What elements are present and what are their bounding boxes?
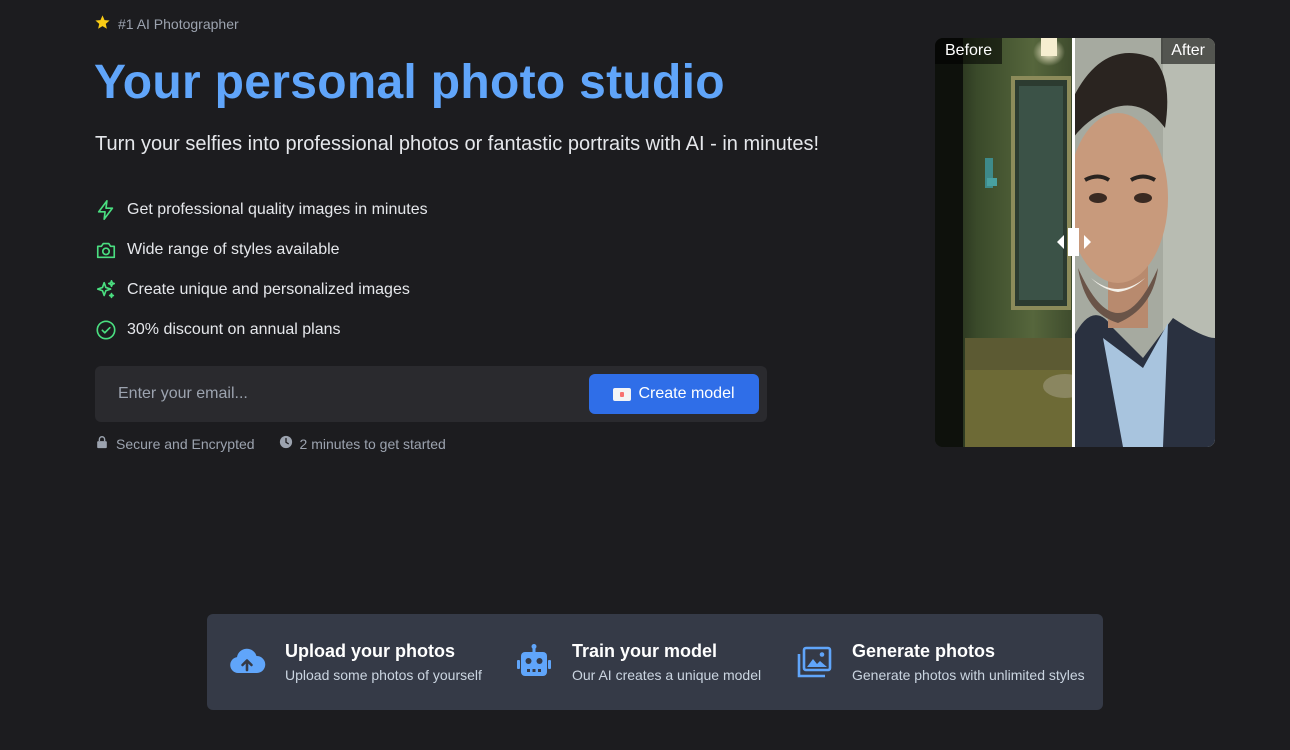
envelope-icon [613,387,632,401]
create-model-button[interactable]: Create model [589,374,759,414]
sparkles-icon [95,279,117,301]
feature-text: 30% discount on annual plans [127,321,341,338]
signup-form: Create model [95,366,767,422]
page-subtitle: Turn your selfies into professional phot… [95,133,820,155]
step-title: Generate photos [852,641,996,661]
robot-icon [514,642,554,682]
step-generate: Generate photos Generate photos with unl… [794,614,1085,710]
feature-item: Get professional quality images in minut… [95,190,428,230]
lightning-icon [95,199,117,221]
time-text: 2 minutes to get started [299,435,446,452]
feature-text: Wide range of styles available [127,241,340,258]
step-title: Train your model [572,641,718,661]
feature-list: Get professional quality images in minut… [95,190,428,350]
clock-icon [279,435,293,452]
images-icon [794,642,834,682]
before-photo [935,38,1075,447]
how-it-works-bar: Upload your photos Upload some photos of… [207,614,1103,710]
step-upload: Upload your photos Upload some photos of… [227,614,482,710]
step-desc: Generate photos with unlimited styles [852,667,1085,683]
step-train: Train your model Our AI creates a unique… [514,614,761,710]
before-label: Before [935,38,1003,64]
page-title: Your personal photo studio [94,56,725,109]
badge-text: #1 AI Photographer [118,16,239,32]
step-title: Upload your photos [285,641,455,661]
star-icon [94,14,111,34]
after-photo [1073,38,1215,447]
camera-icon [95,239,117,261]
email-input[interactable] [105,374,585,414]
feature-text: Create unique and personalized images [127,281,410,298]
step-desc: Our AI creates a unique model [572,667,762,683]
top-badge: #1 AI Photographer [94,14,239,34]
feature-item: Wide range of styles available [95,230,428,270]
secure-indicator: Secure and Encrypted [95,435,255,452]
trust-indicators: Secure and Encrypted 2 minutes to get st… [95,435,446,452]
cloud-upload-icon [227,642,267,682]
check-circle-icon [95,319,117,341]
time-indicator: 2 minutes to get started [279,435,446,452]
landing-page: #1 AI Photographer Your personal photo s… [0,0,1290,750]
feature-item: Create unique and personalized images [95,270,428,310]
create-model-label: Create model [638,385,735,402]
before-after-slider[interactable]: Before After [935,38,1215,447]
lock-icon [95,435,109,452]
step-desc: Upload some photos of yourself [285,667,482,683]
secure-text: Secure and Encrypted [116,435,255,452]
feature-text: Get professional quality images in minut… [127,201,428,218]
after-label: After [1161,38,1215,64]
feature-item: 30% discount on annual plans [95,310,428,350]
slider-handle-icon[interactable] [1055,228,1093,256]
